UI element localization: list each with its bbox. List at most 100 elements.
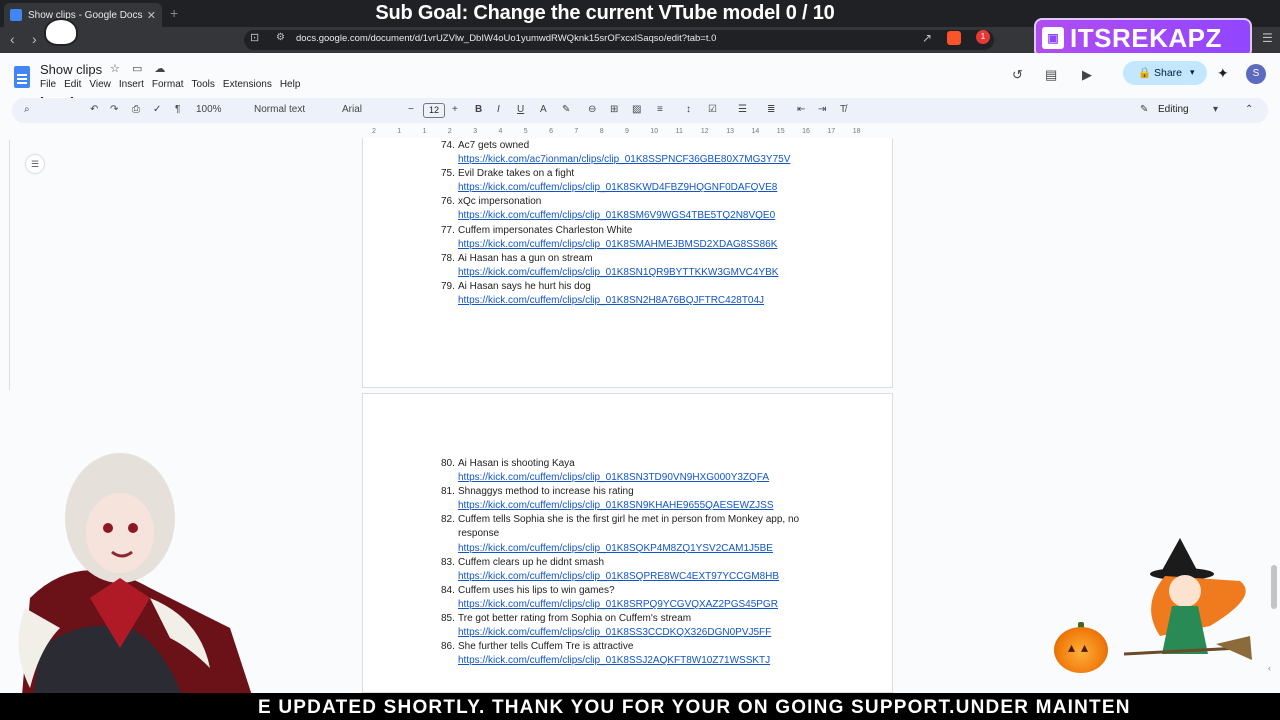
clip-link[interactable]: https://kick.com/cuffem/clips/clip_01K8S… [458,542,841,556]
clip-title[interactable]: Ai Hasan is shooting Kaya [458,457,841,471]
browser-share-icon[interactable]: ↗ [922,31,932,45]
clip-title[interactable]: Cuffem impersonates Charleston White [458,224,841,238]
numbered-list-icon[interactable]: ≣ [767,104,775,115]
menu-edit[interactable]: Edit [64,79,81,90]
clip-link[interactable]: https://kick.com/cuffem/clips/clip_01K8S… [458,654,841,668]
version-history-icon[interactable]: ↺ [1012,67,1023,83]
add-comment-icon[interactable]: ⊞ [610,104,618,115]
underline-icon[interactable]: U [517,104,524,115]
mode-caret-icon[interactable]: ▾ [1213,104,1218,115]
ruler-tick-label: 7 [574,128,579,135]
menu-extensions[interactable]: Extensions [223,79,272,90]
clip-link[interactable]: https://kick.com/ac7ionman/clips/clip_01… [458,153,841,167]
vertical-ruler[interactable] [0,140,10,390]
clip-title[interactable]: Ac7 gets owned [458,139,841,153]
text-color-icon[interactable]: A [540,104,547,115]
menu-file[interactable]: File [40,79,56,90]
bullet-list-icon[interactable]: ☰ [738,104,747,115]
menu-insert[interactable]: Insert [119,79,144,90]
back-icon[interactable]: ‹ [10,31,15,47]
move-folder-icon[interactable]: ▭ [132,63,142,75]
horizontal-ruler[interactable]: 2 1 1 2 3 4 5 6 7 8 9 10 11 12 13 14 15 16 17 18 [362,128,892,138]
checklist-icon[interactable]: ☑ [708,104,717,115]
insert-link-icon[interactable]: ⊖ [588,104,596,115]
clip-link[interactable]: https://kick.com/cuffem/clips/clip_01K8S… [458,266,841,280]
menu-help[interactable]: Help [280,79,301,90]
menu-format[interactable]: Format [152,79,184,90]
forward-icon[interactable]: › [32,31,37,47]
clip-title[interactable]: xQc impersonation [458,195,841,209]
editing-mode-select[interactable]: Editing [1158,104,1189,115]
clip-link[interactable]: https://kick.com/cuffem/clips/clip_01K8S… [458,499,841,513]
insert-image-icon[interactable]: ▨ [632,104,641,115]
clip-link[interactable]: https://kick.com/cuffem/clips/clip_01K8S… [458,294,841,308]
document-outline-icon[interactable]: ☰ [26,155,44,173]
clip-link[interactable]: https://kick.com/cuffem/clips/clip_01K8S… [458,570,841,584]
docs-favicon-icon [10,9,22,21]
share-dropdown-icon[interactable]: ▾ [1190,67,1195,78]
clip-title[interactable]: Tre got better rating from Sophia on Cuf… [458,612,841,626]
new-tab-icon[interactable]: + [170,5,178,21]
brave-shield-icon[interactable] [947,31,961,45]
clip-title[interactable]: Shnaggys method to increase his rating [458,485,841,499]
search-menus-icon[interactable]: ⌕ [24,104,30,115]
list-number: 79. [441,280,455,292]
menu-tools[interactable]: Tools [192,79,215,90]
extension-badge[interactable]: 1 [976,30,990,44]
italic-icon[interactable]: I [497,104,500,115]
list-item: 85. Tre got better rating from Sophia on … [441,612,841,640]
highlight-icon[interactable]: ✎ [562,104,570,115]
menu-view[interactable]: View [89,79,111,90]
clip-title[interactable]: Cuffem uses his lips to win games? [458,584,841,598]
clip-link[interactable]: https://kick.com/cuffem/clips/clip_01K8S… [458,471,841,485]
clip-title[interactable]: Cuffem clears up he didnt smash [458,556,841,570]
clip-title[interactable]: She further tells Cuffem Tre is attracti… [458,640,841,654]
undo-icon[interactable]: ↶ [90,104,98,115]
cloud-status-icon[interactable]: ☁ [154,63,165,75]
browser-menu-icon[interactable]: ☰ [1262,31,1273,45]
star-icon[interactable]: ☆ [110,63,120,75]
font-select[interactable]: Arial [342,104,362,115]
clip-link[interactable]: https://kick.com/cuffem/clips/clip_01K8S… [458,181,841,195]
clip-title[interactable]: Cuffem tells Sophia she is the first gir… [458,513,841,541]
bookmark-icon[interactable]: ⊡ [250,31,259,44]
bold-icon[interactable]: B [475,104,482,115]
browser-tab[interactable]: Show clips - Google Docs ✕ [4,3,162,27]
gemini-icon[interactable]: ✦ [1217,65,1229,82]
decrease-font-icon[interactable]: − [408,104,414,115]
comments-icon[interactable]: ▤ [1045,67,1057,83]
paint-format-icon[interactable]: ¶ [175,104,180,115]
ruler-tick-label: 2 [447,128,452,135]
clip-title[interactable]: Ai Hasan says he hurt his dog [458,280,841,294]
print-icon[interactable]: ⎙ [132,104,140,115]
document-title[interactable]: Show clips [40,62,102,77]
spellcheck-icon[interactable]: ✓ [153,104,161,115]
decrease-indent-icon[interactable]: ⇤ [797,104,805,115]
clip-title[interactable]: Ai Hasan has a gun on stream [458,252,841,266]
align-icon[interactable]: ≡ [657,104,663,115]
zoom-select[interactable]: 100% [196,104,222,115]
line-spacing-icon[interactable]: ↕ [686,104,691,115]
font-size-input[interactable]: 12 [423,103,445,118]
clip-link[interactable]: https://kick.com/cuffem/clips/clip_01K8S… [458,209,841,223]
increase-indent-icon[interactable]: ⇥ [818,104,826,115]
collapse-menus-icon[interactable]: ⌃ [1245,104,1253,115]
tab-close-icon[interactable]: ✕ [147,9,156,22]
meet-icon[interactable]: ▶ [1082,67,1092,83]
url-text[interactable]: docs.google.com/document/d/1vrUZVlw_DbIW… [296,33,716,44]
scroll-expand-icon[interactable]: ‹ [1268,663,1271,673]
list-number: 82. [441,514,455,526]
pencil-icon[interactable]: ✎ [1140,104,1148,115]
scrollbar-thumb[interactable] [1271,565,1277,609]
increase-font-icon[interactable]: + [452,104,458,115]
style-select[interactable]: Normal text [254,104,305,115]
clip-link[interactable]: https://kick.com/cuffem/clips/clip_01K8S… [458,238,841,252]
redo-icon[interactable]: ↷ [110,104,118,115]
avatar[interactable]: S [1246,64,1266,84]
clip-link[interactable]: https://kick.com/cuffem/clips/clip_01K8S… [458,598,841,612]
site-settings-icon[interactable]: ⚙ [276,32,285,43]
clip-title[interactable]: Evil Drake takes on a fight [458,167,841,181]
clear-formatting-icon[interactable]: T̸ [840,104,846,115]
clip-link[interactable]: https://kick.com/cuffem/clips/clip_01K8S… [458,626,841,640]
docs-logo-icon[interactable] [14,66,30,88]
